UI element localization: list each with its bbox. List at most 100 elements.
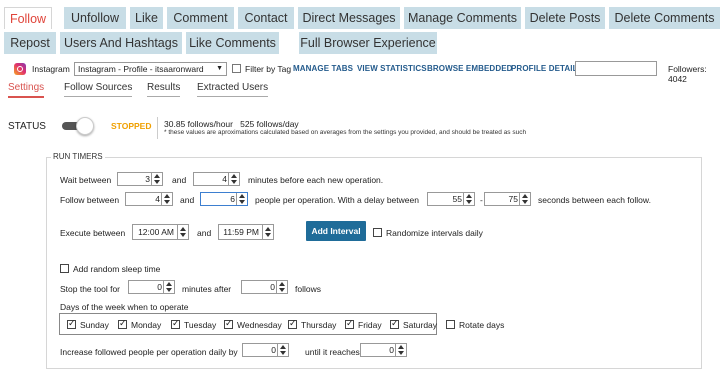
- stop-minutes-stepper[interactable]: 0: [128, 280, 175, 294]
- tab-comment[interactable]: Comment: [167, 7, 234, 29]
- follows-label: follows: [295, 284, 321, 294]
- delay-min-stepper[interactable]: 55: [427, 192, 475, 206]
- rotate-days-label: Rotate days: [459, 320, 505, 330]
- subtab-settings[interactable]: Settings: [8, 82, 45, 98]
- until-label: until it reaches: [305, 347, 360, 357]
- tab-delete-posts[interactable]: Delete Posts: [525, 7, 605, 29]
- day-sunday-label: Sunday: [80, 320, 109, 330]
- tab-manage-comments[interactable]: Manage Comments: [404, 7, 521, 29]
- day-tuesday-label: Tuesday: [184, 320, 217, 330]
- follow-between-label: Follow between: [60, 195, 120, 205]
- and-label: and: [197, 228, 212, 238]
- run-timers-title: RUN TIMERS: [51, 152, 105, 161]
- tab-unfollow[interactable]: Unfollow: [64, 7, 126, 29]
- stepper-arrows-icon[interactable]: [177, 225, 188, 239]
- status-state: STOPPED: [111, 121, 152, 131]
- stepper-arrows-icon[interactable]: [262, 225, 273, 239]
- instagram-icon: [14, 63, 26, 75]
- follow-max-stepper[interactable]: 6: [200, 192, 248, 206]
- chevron-down-icon: ▼: [216, 65, 223, 72]
- follow-rates: 30.85 follows/hour 525 follows/day: [164, 119, 299, 129]
- day-thursday-label: Thursday: [301, 320, 337, 330]
- randomize-intervals-label: Randomize intervals daily: [386, 228, 483, 238]
- days-title: Days of the week when to operate: [60, 302, 189, 312]
- tab-contact[interactable]: Contact: [238, 7, 294, 29]
- stepper-arrows-icon[interactable]: [151, 173, 162, 185]
- follows-per-day: 525 follows/day: [240, 119, 299, 129]
- tab-direct-messages[interactable]: Direct Messages: [298, 7, 400, 29]
- stepper-arrows-icon[interactable]: [236, 193, 247, 205]
- tab-like[interactable]: Like: [130, 7, 163, 29]
- stepper-arrows-icon[interactable]: [395, 344, 406, 356]
- wait-between-label: Wait between: [60, 175, 112, 185]
- day-friday-checkbox[interactable]: [345, 318, 354, 329]
- stop-tool-label: Stop the tool for: [60, 284, 121, 294]
- network-label: Instagram: [32, 64, 70, 74]
- increase-stepper[interactable]: 0: [242, 343, 289, 357]
- until-stepper[interactable]: 0: [360, 343, 407, 357]
- follow-min-stepper[interactable]: 4: [125, 192, 173, 206]
- subtab-results[interactable]: Results: [147, 82, 181, 97]
- stepper-arrows-icon[interactable]: [463, 193, 474, 205]
- status-toggle[interactable]: [62, 117, 94, 135]
- subtab-follow-sources[interactable]: Follow Sources: [64, 82, 133, 97]
- exec-end-time[interactable]: 11:59 PM: [218, 224, 274, 240]
- day-wednesday-label: Wednesday: [237, 320, 282, 330]
- day-monday-checkbox[interactable]: [118, 318, 127, 329]
- day-saturday-checkbox[interactable]: [390, 318, 399, 329]
- random-sleep-checkbox[interactable]: [60, 264, 69, 273]
- stepper-arrows-icon[interactable]: [519, 193, 530, 205]
- tab-users-and-hashtags[interactable]: Users And Hashtags: [60, 32, 182, 54]
- profile-details-link[interactable]: PROFILE DETAILS: [511, 64, 583, 73]
- random-sleep-label: Add random sleep time: [73, 264, 161, 274]
- wait-max-stepper[interactable]: 4: [193, 172, 240, 186]
- day-thursday-checkbox[interactable]: [288, 318, 297, 329]
- rotate-days-checkbox[interactable]: [446, 320, 455, 329]
- stepper-arrows-icon[interactable]: [277, 344, 288, 356]
- delay-suffix-label: seconds between each follow.: [538, 195, 651, 205]
- day-monday-label: Monday: [131, 320, 162, 330]
- run-timers-group: [46, 157, 702, 369]
- day-wednesday-checkbox[interactable]: [224, 318, 233, 329]
- execute-between-label: Execute between: [60, 228, 126, 238]
- and-label: and: [172, 175, 187, 185]
- stepper-arrows-icon[interactable]: [276, 281, 287, 293]
- stepper-arrows-icon[interactable]: [228, 173, 239, 185]
- stop-follows-stepper[interactable]: 0: [241, 280, 288, 294]
- tab-follow[interactable]: Follow: [4, 7, 52, 29]
- stepper-arrows-icon[interactable]: [163, 281, 174, 293]
- minutes-after-label: minutes after: [182, 284, 232, 294]
- tab-like-comments[interactable]: Like Comments: [186, 32, 279, 54]
- and-label: and: [180, 195, 195, 205]
- profile-select-value: Instagram - Profile - itsaaronward: [78, 64, 204, 74]
- wait-min-stepper[interactable]: 3: [117, 172, 163, 186]
- account-bar: Instagram Instagram - Profile - itsaaron…: [14, 61, 720, 84]
- tab-repost[interactable]: Repost: [4, 32, 56, 54]
- increase-label: Increase followed people per operation d…: [60, 347, 238, 357]
- follows-per-hour: 30.85 follows/hour: [164, 119, 233, 129]
- toggle-knob: [76, 117, 94, 135]
- tab-delete-comments[interactable]: Delete Comments: [609, 7, 720, 29]
- status-label: STATUS: [8, 121, 46, 132]
- day-saturday-label: Saturday: [403, 320, 438, 330]
- filter-by-tag-checkbox[interactable]: [232, 64, 241, 73]
- profile-select[interactable]: Instagram - Profile - itsaaronward ▼: [74, 62, 227, 76]
- exec-start-time[interactable]: 12:00 AM: [132, 224, 189, 240]
- profile-search-input[interactable]: [575, 61, 657, 76]
- day-tuesday-checkbox[interactable]: [171, 318, 180, 329]
- rates-note: * these values are aproximations calcula…: [164, 129, 527, 136]
- followers-count: Followers: 4042: [668, 64, 707, 84]
- day-friday-label: Friday: [358, 320, 382, 330]
- manage-tabs-link[interactable]: MANAGE TABS: [293, 64, 353, 73]
- day-sunday-checkbox[interactable]: [67, 318, 76, 329]
- add-interval-button[interactable]: Add Interval: [306, 221, 366, 241]
- browse-embedded-link[interactable]: BROWSE EMBEDDED: [427, 64, 513, 73]
- tab-full-browser-experience[interactable]: Full Browser Experience: [299, 32, 437, 54]
- randomize-intervals-checkbox[interactable]: [373, 228, 382, 237]
- subtab-extracted-users[interactable]: Extracted Users: [197, 82, 269, 97]
- delay-dash: -: [480, 195, 483, 205]
- view-statistics-link[interactable]: VIEW STATISTICS: [357, 64, 427, 73]
- delay-max-stepper[interactable]: 75: [484, 192, 531, 206]
- status-divider: [157, 117, 158, 139]
- stepper-arrows-icon[interactable]: [161, 193, 172, 205]
